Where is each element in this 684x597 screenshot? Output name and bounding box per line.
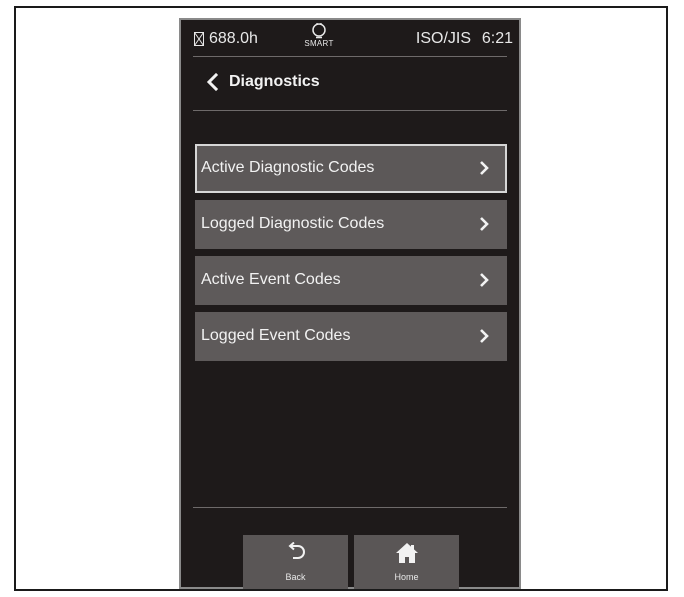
standard-indicator: ISO/JIS — [415, 30, 471, 47]
return-arrow-icon — [287, 542, 305, 559]
display-screen: 688.0h SMART ISO/JIS 6:21 Diagnostics Ac… — [179, 18, 521, 589]
chevron-left-icon[interactable] — [205, 73, 219, 91]
clock: 6:21 — [481, 30, 513, 47]
chevron-right-icon — [480, 161, 489, 175]
diagnostics-menu: Active Diagnostic Codes Logged Diagnosti… — [195, 144, 507, 368]
menu-item-logged-event-codes[interactable]: Logged Event Codes — [195, 312, 507, 361]
menu-item-label: Active Event Codes — [201, 271, 341, 288]
home-icon — [395, 543, 418, 563]
menu-item-active-diagnostic-codes[interactable]: Active Diagnostic Codes — [195, 144, 507, 193]
menu-item-label: Logged Diagnostic Codes — [201, 215, 385, 232]
status-bar: 688.0h SMART ISO/JIS 6:21 — [181, 20, 519, 56]
page-header: Diagnostics — [181, 64, 519, 104]
bottom-nav: Back Home — [181, 520, 519, 589]
hourglass-icon — [194, 32, 204, 46]
chevron-right-icon — [480, 273, 489, 287]
menu-item-logged-diagnostic-codes[interactable]: Logged Diagnostic Codes — [195, 200, 507, 249]
smart-label: SMART — [304, 39, 334, 48]
footer-divider — [193, 507, 507, 508]
smart-indicator: SMART — [299, 22, 339, 54]
chevron-right-icon — [480, 329, 489, 343]
menu-item-label: Active Diagnostic Codes — [201, 159, 375, 176]
status-divider — [193, 56, 507, 57]
hour-meter-reading: 688.0h — [209, 30, 258, 47]
back-label: Back — [285, 572, 306, 582]
page-title: Diagnostics — [229, 73, 320, 90]
header-divider — [193, 110, 507, 111]
home-label: Home — [394, 572, 419, 582]
menu-item-active-event-codes[interactable]: Active Event Codes — [195, 256, 507, 305]
lightbulb-icon — [312, 23, 326, 39]
back-button[interactable]: Back — [243, 535, 348, 589]
home-button[interactable]: Home — [354, 535, 459, 589]
chevron-right-icon — [480, 217, 489, 231]
menu-item-label: Logged Event Codes — [201, 327, 351, 344]
